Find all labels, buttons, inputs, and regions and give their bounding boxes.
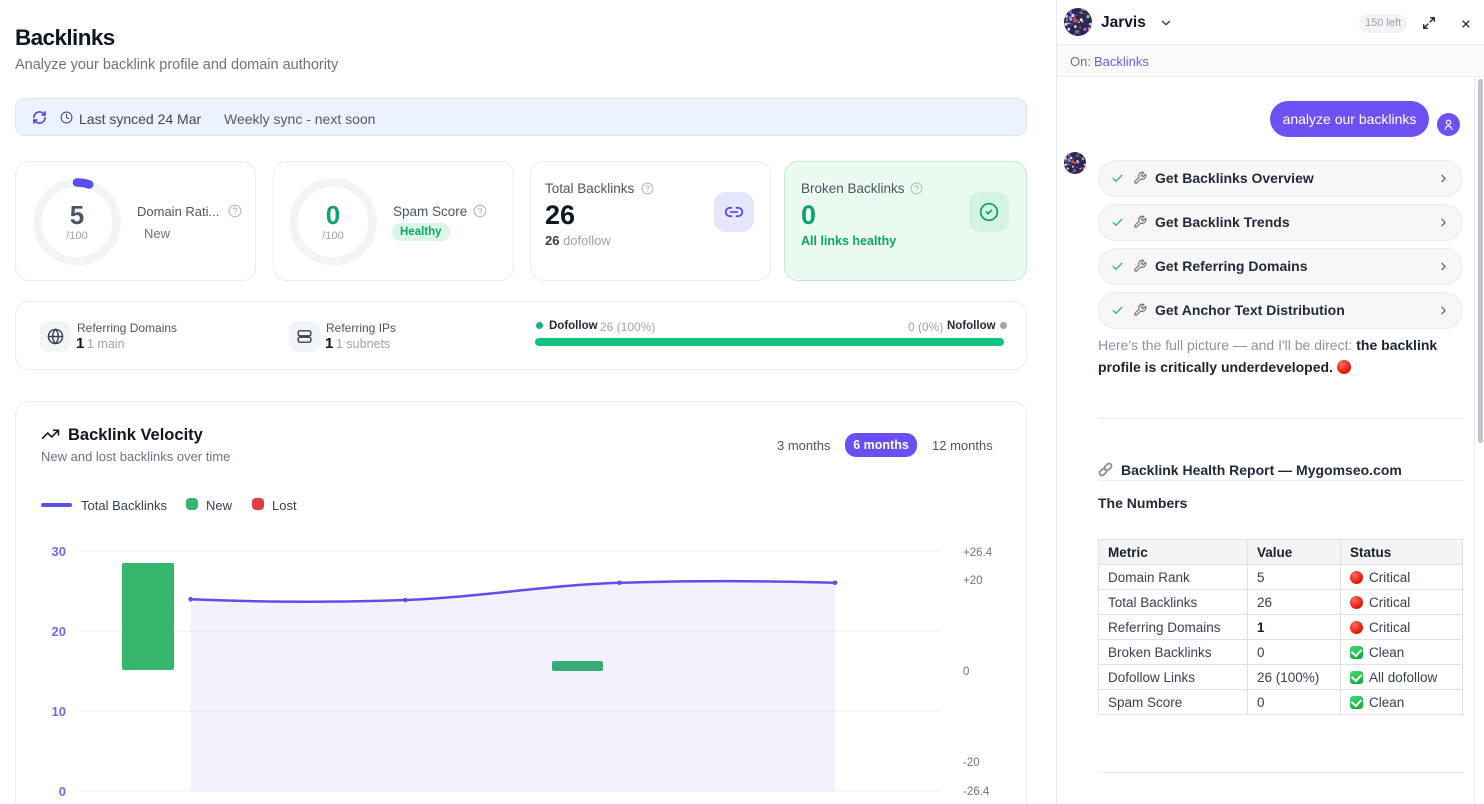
svg-text:-20: -20 [963, 757, 980, 769]
svg-text:0: 0 [963, 666, 969, 678]
svg-text:30: 30 [52, 544, 66, 559]
svg-text:-26.4: -26.4 [963, 786, 990, 798]
svg-text:20: 20 [52, 624, 66, 639]
svg-text:10: 10 [52, 704, 66, 719]
svg-text:+20: +20 [963, 575, 983, 587]
svg-text:+26.4: +26.4 [963, 547, 993, 559]
svg-text:0: 0 [59, 784, 66, 799]
